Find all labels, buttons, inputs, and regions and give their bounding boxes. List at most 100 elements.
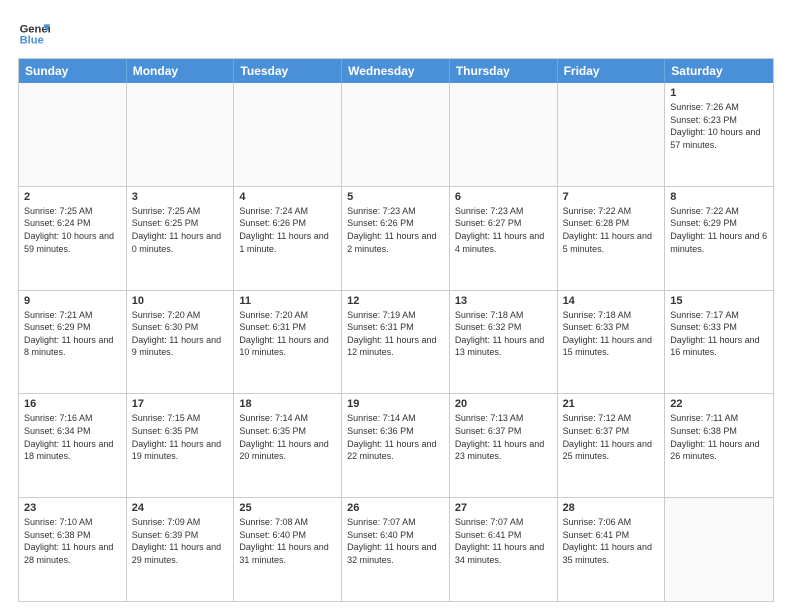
calendar-cell: [558, 83, 666, 186]
header: General Blue: [18, 18, 774, 50]
day-number: 12: [347, 295, 444, 307]
day-number: 25: [239, 502, 336, 514]
day-info: Sunrise: 7:20 AM Sunset: 6:31 PM Dayligh…: [239, 309, 336, 359]
day-info: Sunrise: 7:12 AM Sunset: 6:37 PM Dayligh…: [563, 412, 660, 462]
day-number: 8: [670, 191, 768, 203]
day-info: Sunrise: 7:16 AM Sunset: 6:34 PM Dayligh…: [24, 412, 121, 462]
calendar-cell: 5Sunrise: 7:23 AM Sunset: 6:26 PM Daylig…: [342, 187, 450, 290]
day-number: 10: [132, 295, 229, 307]
day-number: 3: [132, 191, 229, 203]
calendar-cell: [342, 83, 450, 186]
calendar-cell: [450, 83, 558, 186]
day-number: 20: [455, 398, 552, 410]
day-info: Sunrise: 7:17 AM Sunset: 6:33 PM Dayligh…: [670, 309, 768, 359]
calendar-cell: 17 Sunrise: 7:15 AM Sunset: 6:35 PM Dayli…: [127, 394, 235, 497]
calendar-cell: 26 Sunrise: 7:07 AM Sunset: 6:40 PM Dayli…: [342, 498, 450, 601]
day-info: Sunrise: 7:18 AM Sunset: 6:33 PM Dayligh…: [563, 309, 660, 359]
day-info: Sunrise: 7:08 AM Sunset: 6:40 PM Dayligh…: [239, 516, 336, 566]
weekday-header-tuesday: Tuesday: [234, 59, 342, 83]
calendar-cell: 19Sunrise: 7:14 AM Sunset: 6:36 PM Dayli…: [342, 394, 450, 497]
calendar-cell: 1 Sunrise: 7:26 AM Sunset: 6:23 PM Daylig…: [665, 83, 773, 186]
calendar-cell: 7 Sunrise: 7:22 AM Sunset: 6:28 PM Daylig…: [558, 187, 666, 290]
day-number: 17: [132, 398, 229, 410]
calendar-cell: 13 Sunrise: 7:18 AM Sunset: 6:32 PM Dayli…: [450, 291, 558, 394]
day-info: Sunrise: 7:07 AM Sunset: 6:40 PM Dayligh…: [347, 516, 444, 566]
day-number: 23: [24, 502, 121, 514]
day-info: Sunrise: 7:23 AM Sunset: 6:27 PM Dayligh…: [455, 205, 552, 255]
calendar-cell: 16 Sunrise: 7:16 AM Sunset: 6:34 PM Dayli…: [19, 394, 127, 497]
day-number: 15: [670, 295, 768, 307]
day-info: Sunrise: 7:14 AM Sunset: 6:35 PM Dayligh…: [239, 412, 336, 462]
day-number: 21: [563, 398, 660, 410]
day-number: 5: [347, 191, 444, 203]
calendar-row-5: 23 Sunrise: 7:10 AM Sunset: 6:38 PM Dayli…: [19, 497, 773, 601]
day-info: Sunrise: 7:18 AM Sunset: 6:32 PM Dayligh…: [455, 309, 552, 359]
day-number: 14: [563, 295, 660, 307]
calendar-cell: 15 Sunrise: 7:17 AM Sunset: 6:33 PM Dayli…: [665, 291, 773, 394]
calendar-cell: 27Sunrise: 7:07 AM Sunset: 6:41 PM Dayli…: [450, 498, 558, 601]
calendar-row-4: 16 Sunrise: 7:16 AM Sunset: 6:34 PM Dayli…: [19, 393, 773, 497]
calendar-page: General Blue SundayMondayTuesdayWednesda…: [0, 0, 792, 612]
day-number: 19: [347, 398, 444, 410]
calendar-row-3: 9 Sunrise: 7:21 AM Sunset: 6:29 PM Daylig…: [19, 290, 773, 394]
day-number: 4: [239, 191, 336, 203]
day-info: Sunrise: 7:13 AM Sunset: 6:37 PM Dayligh…: [455, 412, 552, 462]
day-number: 13: [455, 295, 552, 307]
day-number: 9: [24, 295, 121, 307]
calendar-cell: 6 Sunrise: 7:23 AM Sunset: 6:27 PM Daylig…: [450, 187, 558, 290]
day-number: 26: [347, 502, 444, 514]
calendar-cell: [19, 83, 127, 186]
day-number: 16: [24, 398, 121, 410]
logo-icon: General Blue: [18, 18, 50, 50]
day-number: 6: [455, 191, 552, 203]
logo: General Blue: [18, 18, 50, 50]
calendar-cell: 11 Sunrise: 7:20 AM Sunset: 6:31 PM Dayli…: [234, 291, 342, 394]
calendar-cell: 23 Sunrise: 7:10 AM Sunset: 6:38 PM Dayli…: [19, 498, 127, 601]
day-number: 7: [563, 191, 660, 203]
calendar-cell: 25 Sunrise: 7:08 AM Sunset: 6:40 PM Dayli…: [234, 498, 342, 601]
calendar-body: 1 Sunrise: 7:26 AM Sunset: 6:23 PM Daylig…: [19, 83, 773, 601]
day-info: Sunrise: 7:24 AM Sunset: 6:26 PM Dayligh…: [239, 205, 336, 255]
day-info: Sunrise: 7:09 AM Sunset: 6:39 PM Dayligh…: [132, 516, 229, 566]
day-number: 18: [239, 398, 336, 410]
weekday-header-friday: Friday: [558, 59, 666, 83]
calendar-header: SundayMondayTuesdayWednesdayThursdayFrid…: [19, 59, 773, 83]
day-number: 1: [670, 87, 768, 99]
calendar-cell: [234, 83, 342, 186]
weekday-header-thursday: Thursday: [450, 59, 558, 83]
weekday-header-saturday: Saturday: [665, 59, 773, 83]
calendar-cell: 4 Sunrise: 7:24 AM Sunset: 6:26 PM Daylig…: [234, 187, 342, 290]
day-info: Sunrise: 7:11 AM Sunset: 6:38 PM Dayligh…: [670, 412, 768, 462]
day-number: 22: [670, 398, 768, 410]
calendar-cell: 22 Sunrise: 7:11 AM Sunset: 6:38 PM Dayli…: [665, 394, 773, 497]
day-number: 11: [239, 295, 336, 307]
calendar-cell: 28 Sunrise: 7:06 AM Sunset: 6:41 PM Dayli…: [558, 498, 666, 601]
calendar-cell: 14 Sunrise: 7:18 AM Sunset: 6:33 PM Dayli…: [558, 291, 666, 394]
calendar-cell: 24 Sunrise: 7:09 AM Sunset: 6:39 PM Dayli…: [127, 498, 235, 601]
day-info: Sunrise: 7:19 AM Sunset: 6:31 PM Dayligh…: [347, 309, 444, 359]
day-info: Sunrise: 7:25 AM Sunset: 6:25 PM Dayligh…: [132, 205, 229, 255]
day-info: Sunrise: 7:15 AM Sunset: 6:35 PM Dayligh…: [132, 412, 229, 462]
day-number: 24: [132, 502, 229, 514]
day-info: Sunrise: 7:22 AM Sunset: 6:29 PM Dayligh…: [670, 205, 768, 255]
calendar-cell: 21 Sunrise: 7:12 AM Sunset: 6:37 PM Dayli…: [558, 394, 666, 497]
calendar-cell: [127, 83, 235, 186]
day-info: Sunrise: 7:10 AM Sunset: 6:38 PM Dayligh…: [24, 516, 121, 566]
day-info: Sunrise: 7:21 AM Sunset: 6:29 PM Dayligh…: [24, 309, 121, 359]
calendar-cell: [665, 498, 773, 601]
day-info: Sunrise: 7:22 AM Sunset: 6:28 PM Dayligh…: [563, 205, 660, 255]
calendar-cell: 8 Sunrise: 7:22 AM Sunset: 6:29 PM Daylig…: [665, 187, 773, 290]
calendar-cell: 12 Sunrise: 7:19 AM Sunset: 6:31 PM Dayli…: [342, 291, 450, 394]
day-number: 28: [563, 502, 660, 514]
weekday-header-sunday: Sunday: [19, 59, 127, 83]
calendar-cell: 10 Sunrise: 7:20 AM Sunset: 6:30 PM Dayli…: [127, 291, 235, 394]
calendar-cell: 9 Sunrise: 7:21 AM Sunset: 6:29 PM Daylig…: [19, 291, 127, 394]
day-number: 27: [455, 502, 552, 514]
weekday-header-monday: Monday: [127, 59, 235, 83]
day-info: Sunrise: 7:25 AM Sunset: 6:24 PM Dayligh…: [24, 205, 121, 255]
day-info: Sunrise: 7:06 AM Sunset: 6:41 PM Dayligh…: [563, 516, 660, 566]
day-info: Sunrise: 7:20 AM Sunset: 6:30 PM Dayligh…: [132, 309, 229, 359]
calendar-cell: 2Sunrise: 7:25 AM Sunset: 6:24 PM Daylig…: [19, 187, 127, 290]
day-info: Sunrise: 7:26 AM Sunset: 6:23 PM Dayligh…: [670, 101, 768, 151]
calendar-row-2: 2Sunrise: 7:25 AM Sunset: 6:24 PM Daylig…: [19, 186, 773, 290]
